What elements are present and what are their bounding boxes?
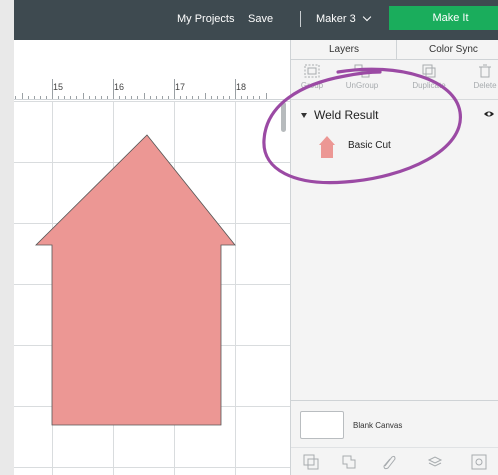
duplicate-button[interactable]: Duplicate xyxy=(408,62,450,90)
ungroup-icon xyxy=(354,64,370,78)
my-projects-link[interactable]: My Projects xyxy=(177,13,234,25)
save-button[interactable]: Save xyxy=(248,13,273,25)
tab-layers[interactable]: Layers xyxy=(329,44,359,55)
duplicate-label: Duplicate xyxy=(412,81,446,90)
flatten-icon[interactable] xyxy=(427,454,443,470)
bottom-toolbar xyxy=(291,447,498,475)
layer-item-label: Basic Cut xyxy=(348,140,391,151)
group-icon xyxy=(304,64,320,78)
topbar-separator xyxy=(300,11,301,27)
layers-panel: Layers Color Sync Group UnGroup Duplicat… xyxy=(290,40,498,475)
layer-toolbar: Group UnGroup Duplicate Delete xyxy=(291,60,498,100)
blank-canvas-swatch[interactable] xyxy=(300,411,344,439)
house-shape[interactable] xyxy=(14,40,290,475)
caret-down-icon[interactable] xyxy=(301,113,307,118)
ungroup-button[interactable]: UnGroup xyxy=(341,62,383,90)
tab-divider xyxy=(396,40,397,60)
slice-icon[interactable] xyxy=(303,454,319,470)
canvas-scrollbar[interactable] xyxy=(281,102,286,132)
group-button[interactable]: Group xyxy=(291,62,333,90)
top-bar: My Projects Save Maker 3 Make It xyxy=(14,0,498,40)
weld-icon[interactable] xyxy=(341,454,357,470)
ungroup-label: UnGroup xyxy=(345,81,379,90)
delete-button[interactable]: Delete xyxy=(464,62,498,90)
blank-canvas-label: Blank Canvas xyxy=(353,421,403,430)
attach-icon[interactable] xyxy=(381,454,397,470)
group-label: Group xyxy=(300,81,324,90)
layer-thumbnail xyxy=(319,136,335,158)
duplicate-icon xyxy=(422,64,436,78)
trash-icon xyxy=(479,64,491,78)
delete-label: Delete xyxy=(473,81,497,90)
machine-selector[interactable]: Maker 3 xyxy=(316,12,371,25)
design-canvas[interactable]: 15 16 17 18 xyxy=(14,40,290,475)
make-it-button[interactable]: Make It xyxy=(389,6,498,30)
panel-tabs: Layers Color Sync xyxy=(291,40,498,60)
chevron-down-icon xyxy=(362,12,371,22)
layer-item-basic-cut[interactable]: Basic Cut xyxy=(291,132,498,162)
canvas-footer: Blank Canvas xyxy=(291,400,498,475)
layer-group-weld-result[interactable]: Weld Result xyxy=(291,102,498,126)
eye-icon[interactable] xyxy=(483,110,495,118)
layer-group-title: Weld Result xyxy=(314,108,379,122)
machine-label: Maker 3 xyxy=(316,13,356,25)
contour-icon[interactable] xyxy=(471,454,487,470)
tab-color-sync[interactable]: Color Sync xyxy=(429,44,478,55)
